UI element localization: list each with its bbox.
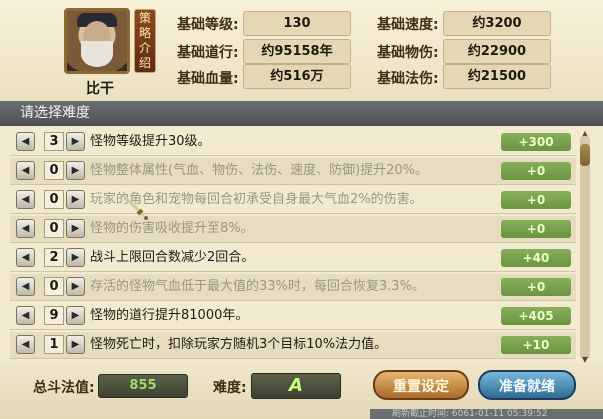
row-bonus: +0 (501, 162, 571, 180)
strategy-intro-button[interactable]: 策 略 介 绍 (134, 9, 156, 73)
right-arrow-icon: ▶ (71, 310, 80, 321)
right-arrow-icon: ▶ (71, 252, 80, 263)
decrease-button[interactable]: ◀ (16, 219, 35, 238)
refresh-time-strip: 刷新截止时间: 6061-01-11 05:39:52 (370, 409, 603, 419)
decrease-button[interactable]: ◀ (16, 335, 35, 354)
strategy-char: 略 (138, 26, 151, 40)
stat-value-magic: 约21500 (443, 64, 551, 89)
row-bonus: +0 (501, 191, 571, 209)
difficulty-row: ◀ 2 ▶ 战斗上限回合数减少2回合。 +40 (10, 245, 576, 272)
increase-button[interactable]: ▶ (66, 161, 85, 180)
stat-label-hp: 基础血量: (177, 71, 239, 87)
right-arrow-icon: ▶ (71, 339, 80, 350)
difficulty-row: ◀ 1 ▶ 怪物死亡时，扣除玩家方随机3个目标10%法力值。 +10 (10, 332, 576, 359)
row-level: 1 (44, 335, 64, 354)
left-arrow-icon: ◀ (21, 339, 30, 350)
row-level: 0 (44, 190, 64, 209)
left-arrow-icon: ◀ (21, 252, 30, 263)
hero-portrait[interactable] (64, 8, 130, 74)
hero-info-section: 策 略 介 绍 比干 基础等级: 130 基础道行: 约95158年 基础血量:… (0, 0, 603, 102)
row-description: 怪物的道行提升81000年。 (90, 308, 249, 323)
difficulty-row: ◀ 0 ▶ 怪物整体属性(气血、物伤、法伤、速度、防御)提升20%。 +0 (10, 158, 576, 185)
row-description: 怪物等级提升30级。 (90, 134, 211, 149)
increase-button[interactable]: ▶ (66, 219, 85, 238)
row-level: 2 (44, 248, 64, 267)
increase-button[interactable]: ▶ (66, 190, 85, 209)
difficulty-label: 难度: (213, 380, 247, 396)
difficulty-row: ◀ 3 ▶ 怪物等级提升30级。 +300 (10, 129, 576, 156)
hero-name: 比干 (86, 81, 114, 97)
difficulty-list: ◀ 3 ▶ 怪物等级提升30级。 +300 ◀ 0 ▶ 怪物整体属性(气血、物伤… (0, 127, 603, 363)
strategy-char: 策 (138, 11, 151, 25)
total-score-value: 855 (98, 374, 188, 398)
left-arrow-icon: ◀ (21, 281, 30, 292)
stat-label-speed: 基础速度: (377, 17, 439, 33)
row-description: 怪物整体属性(气血、物伤、法伤、速度、防御)提升20%。 (90, 163, 429, 178)
decrease-button[interactable]: ◀ (16, 277, 35, 296)
row-level: 0 (44, 219, 64, 238)
right-arrow-icon: ▶ (71, 136, 80, 147)
increase-button[interactable]: ▶ (66, 132, 85, 151)
increase-button[interactable]: ▶ (66, 335, 85, 354)
decrease-button[interactable]: ◀ (16, 132, 35, 151)
stat-value-level: 130 (243, 11, 351, 36)
portrait-beard (81, 41, 113, 67)
difficulty-header: 请选择难度 (0, 101, 603, 126)
ready-button[interactable]: 准备就绪 (478, 370, 576, 400)
difficulty-row: ◀ 0 ▶ 存活的怪物气血低于最大值的33%时，每回合恢复3.3%。 +0 (10, 274, 576, 301)
row-description: 战斗上限回合数减少2回合。 (90, 250, 255, 265)
stat-label-magic: 基础法伤: (377, 71, 439, 87)
difficulty-grade: A (251, 373, 341, 399)
footer-section: 总斗法值: 855 难度: A 重置设定 准备就绪 刷新截止时间: 6061-0… (0, 363, 603, 419)
left-arrow-icon: ◀ (21, 136, 30, 147)
increase-button[interactable]: ▶ (66, 306, 85, 325)
total-score-label: 总斗法值: (33, 380, 95, 396)
stat-value-physical: 约22900 (443, 39, 551, 64)
left-arrow-icon: ◀ (21, 165, 30, 176)
strategy-char: 介 (138, 41, 151, 55)
stat-value-speed: 约3200 (443, 11, 551, 36)
row-level: 0 (44, 161, 64, 180)
decrease-button[interactable]: ◀ (16, 190, 35, 209)
difficulty-row: ◀ 0 ▶ 怪物的伤害吸收提升至8%。 +0 (10, 216, 576, 243)
stat-label-daoxing: 基础道行: (177, 45, 239, 61)
row-bonus: +0 (501, 278, 571, 296)
row-bonus: +0 (501, 220, 571, 238)
stat-value-hp: 约516万 (243, 64, 351, 89)
increase-button[interactable]: ▶ (66, 277, 85, 296)
decrease-button[interactable]: ◀ (16, 306, 35, 325)
stat-label-level: 基础等级: (177, 17, 239, 33)
row-bonus: +300 (501, 133, 571, 151)
row-description: 怪物的伤害吸收提升至8%。 (90, 221, 254, 236)
row-description: 存活的怪物气血低于最大值的33%时，每回合恢复3.3%。 (90, 279, 425, 294)
difficulty-row: ◀ 9 ▶ 怪物的道行提升81000年。 +405 (10, 303, 576, 330)
left-arrow-icon: ◀ (21, 194, 30, 205)
row-bonus: +405 (501, 307, 571, 325)
row-level: 9 (44, 306, 64, 325)
right-arrow-icon: ▶ (71, 165, 80, 176)
right-arrow-icon: ▶ (71, 194, 80, 205)
scrollbar-track[interactable] (580, 136, 590, 359)
strategy-char: 绍 (138, 56, 151, 70)
scrollbar-thumb[interactable] (580, 144, 590, 166)
row-description: 怪物死亡时，扣除玩家方随机3个目标10%法力值。 (90, 337, 388, 352)
difficulty-panel: 策 略 介 绍 比干 基础等级: 130 基础道行: 约95158年 基础血量:… (0, 0, 603, 419)
right-arrow-icon: ▶ (71, 281, 80, 292)
left-arrow-icon: ◀ (21, 310, 30, 321)
decrease-button[interactable]: ◀ (16, 161, 35, 180)
difficulty-row: ◀ 0 ▶ 玩家的角色和宠物每回合初承受自身最大气血2%的伤害。 +0 (10, 187, 576, 214)
decrease-button[interactable]: ◀ (16, 248, 35, 267)
sword-cursor-icon (122, 194, 148, 220)
row-bonus: +10 (501, 336, 571, 354)
row-bonus: +40 (501, 249, 571, 267)
left-arrow-icon: ◀ (21, 223, 30, 234)
increase-button[interactable]: ▶ (66, 248, 85, 267)
stat-value-daoxing: 约95158年 (243, 39, 351, 64)
right-arrow-icon: ▶ (71, 223, 80, 234)
row-level: 3 (44, 132, 64, 151)
reset-settings-button[interactable]: 重置设定 (373, 370, 469, 400)
row-level: 0 (44, 277, 64, 296)
stat-label-physical: 基础物伤: (377, 45, 439, 61)
